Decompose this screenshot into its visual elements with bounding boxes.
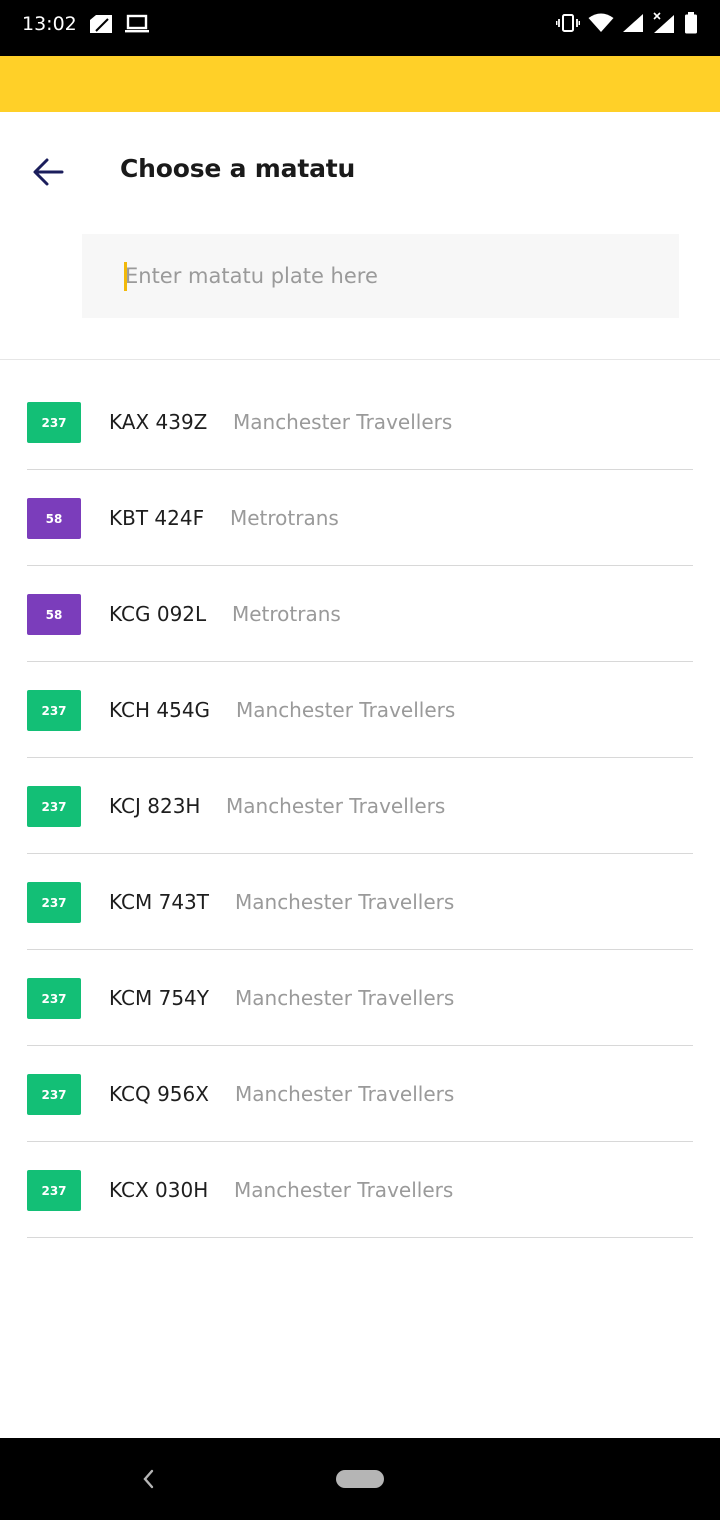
- laptop-icon: [125, 14, 149, 33]
- back-button[interactable]: [28, 152, 68, 192]
- status-bar: 13:02: [0, 0, 720, 56]
- operator-name: Metrotrans: [230, 506, 339, 530]
- matatu-row[interactable]: 237 KAX 439Z Manchester Travellers: [27, 374, 693, 470]
- route-badge: 237: [27, 402, 81, 443]
- plate-number: KCH 454G: [109, 698, 211, 722]
- plate-number: KCX 030H: [109, 1178, 209, 1202]
- matatu-row[interactable]: 237 KCX 030H Manchester Travellers: [27, 1142, 693, 1238]
- route-badge: 237: [27, 978, 81, 1019]
- text-cursor: [124, 262, 127, 291]
- plate-search-input[interactable]: [82, 234, 679, 318]
- route-badge: 237: [27, 1170, 81, 1211]
- operator-name: Manchester Travellers: [234, 1178, 454, 1202]
- sim-card-icon: [90, 15, 112, 33]
- route-badge: 237: [27, 882, 81, 923]
- operator-name: Manchester Travellers: [233, 410, 453, 434]
- matatu-row[interactable]: 237 KCJ 823H Manchester Travellers: [27, 758, 693, 854]
- signal-no-data-icon: [653, 12, 674, 33]
- wifi-icon: [588, 13, 614, 32]
- arrow-left-icon: [33, 158, 64, 186]
- page-title: Choose a matatu: [120, 154, 356, 183]
- plate-number: KCM 754Y: [109, 986, 209, 1010]
- matatu-row[interactable]: 237 KCQ 956X Manchester Travellers: [27, 1046, 693, 1142]
- operator-name: Manchester Travellers: [235, 1082, 455, 1106]
- signal-icon: [623, 14, 643, 32]
- route-badge: 237: [27, 786, 81, 827]
- plate-number: KCJ 823H: [109, 794, 201, 818]
- status-left-icons: [88, 14, 150, 34]
- vibrate-icon: [556, 14, 580, 32]
- matatu-row[interactable]: 237 KCM 754Y Manchester Travellers: [27, 950, 693, 1046]
- home-pill-icon[interactable]: [336, 1470, 384, 1488]
- plate-number: KCG 092L: [109, 602, 207, 626]
- route-badge: 58: [27, 594, 81, 635]
- matatu-row[interactable]: 58 KCG 092L Metrotrans: [27, 566, 693, 662]
- operator-name: Manchester Travellers: [235, 890, 455, 914]
- plate-number: KCM 743T: [109, 890, 209, 914]
- route-badge: 58: [27, 498, 81, 539]
- header: Choose a matatu: [0, 112, 720, 360]
- route-badge: 237: [27, 690, 81, 731]
- search-box[interactable]: [82, 234, 679, 318]
- status-time: 13:02: [22, 13, 77, 35]
- operator-name: Manchester Travellers: [226, 794, 446, 818]
- plate-number: KAX 439Z: [109, 410, 208, 434]
- route-badge: 237: [27, 1074, 81, 1115]
- matatu-row[interactable]: 237 KCM 743T Manchester Travellers: [27, 854, 693, 950]
- matatu-list: 237 KAX 439Z Manchester Travellers 58 KBT 42…: [27, 374, 693, 1238]
- plate-number: KBT 424F: [109, 506, 205, 530]
- plate-number: KCQ 956X: [109, 1082, 209, 1106]
- app-bar-accent: [0, 56, 720, 112]
- operator-name: Metrotrans: [232, 602, 341, 626]
- operator-name: Manchester Travellers: [235, 986, 455, 1010]
- matatu-row[interactable]: 58 KBT 424F Metrotrans: [27, 470, 693, 566]
- matatu-row[interactable]: 237 KCH 454G Manchester Travellers: [27, 662, 693, 758]
- nav-back-icon[interactable]: [138, 1466, 158, 1492]
- operator-name: Manchester Travellers: [236, 698, 456, 722]
- battery-icon: [685, 12, 697, 34]
- status-right-icons: [556, 12, 698, 34]
